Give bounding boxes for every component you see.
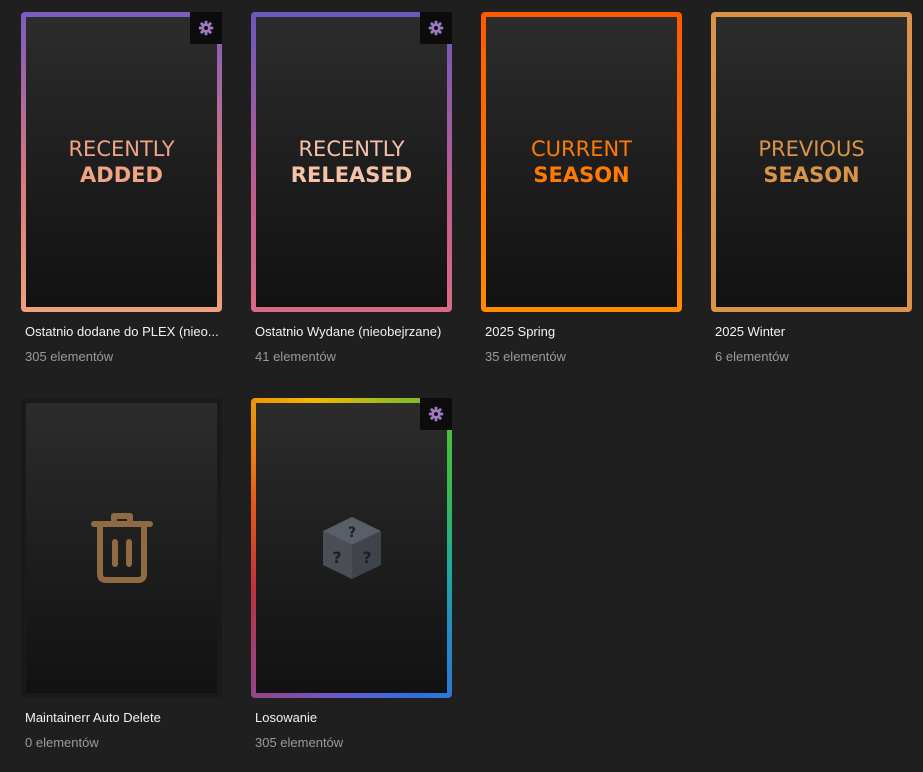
- collection-card-losowanie[interactable]: ? ? ? Losowanie 305 elementów: [251, 398, 452, 750]
- collection-title[interactable]: Ostatnio Wydane (nieobejrzane): [255, 324, 441, 339]
- poster-line2: ADDED: [80, 163, 163, 187]
- collection-poster[interactable]: PREVIOUS SEASON: [711, 12, 912, 312]
- gear-icon: [198, 20, 214, 36]
- collection-poster[interactable]: [21, 398, 222, 698]
- collection-poster[interactable]: RECENTLY ADDED: [21, 12, 222, 312]
- poster-line1: CURRENT: [530, 137, 633, 161]
- collection-title[interactable]: Losowanie: [255, 710, 317, 725]
- collection-poster[interactable]: ? ? ?: [251, 398, 452, 698]
- poster-line2: SEASON: [763, 163, 860, 187]
- poster-artwork: ? ? ?: [256, 403, 447, 693]
- poster-line2: SEASON: [533, 163, 630, 187]
- svg-text:?: ?: [362, 548, 371, 567]
- settings-gear-button[interactable]: [420, 12, 452, 44]
- mystery-dice-icon: ? ? ?: [322, 517, 381, 579]
- settings-gear-button[interactable]: [420, 398, 452, 430]
- collection-count: 305 elementów: [255, 735, 344, 750]
- gear-icon: [428, 406, 444, 422]
- collection-card-current-season[interactable]: CURRENT SEASON 2025 Spring 35 elementów: [481, 12, 682, 364]
- collection-card-previous-season[interactable]: PREVIOUS SEASON 2025 Winter 6 elementów: [711, 12, 912, 364]
- poster-line1: RECENTLY: [68, 137, 175, 161]
- poster-artwork: RECENTLY RELEASED: [256, 17, 447, 307]
- poster-artwork: PREVIOUS SEASON: [716, 17, 907, 307]
- collection-poster[interactable]: RECENTLY RELEASED: [251, 12, 452, 312]
- collection-title[interactable]: Ostatnio dodane do PLEX (nieo...: [25, 324, 219, 339]
- collection-title[interactable]: Maintainerr Auto Delete: [25, 710, 161, 725]
- collection-card-maintainerr[interactable]: Maintainerr Auto Delete 0 elementów: [21, 398, 222, 750]
- poster-line1: RECENTLY: [298, 137, 405, 161]
- collection-title[interactable]: 2025 Spring: [485, 324, 555, 339]
- collection-count: 305 elementów: [25, 349, 114, 364]
- poster-artwork: RECENTLY ADDED: [26, 17, 217, 307]
- trash-icon: [90, 513, 153, 583]
- collection-title[interactable]: 2025 Winter: [715, 324, 785, 339]
- collection-count: 6 elementów: [715, 349, 789, 364]
- collection-card-recently-released[interactable]: RECENTLY RELEASED Ostatnio Wydane (nieob…: [251, 12, 452, 364]
- poster-line2: RELEASED: [290, 163, 413, 187]
- collection-card-recently-added[interactable]: RECENTLY ADDED Ostatnio dodane do PLEX (…: [21, 12, 222, 364]
- settings-gear-button[interactable]: [190, 12, 222, 44]
- collection-count: 0 elementów: [25, 735, 99, 750]
- svg-text:?: ?: [332, 548, 341, 567]
- collection-poster[interactable]: CURRENT SEASON: [481, 12, 682, 312]
- collection-count: 35 elementów: [485, 349, 566, 364]
- collection-count: 41 elementów: [255, 349, 336, 364]
- svg-text:?: ?: [347, 525, 355, 541]
- poster-artwork: [26, 403, 217, 693]
- poster-line1: PREVIOUS: [758, 137, 865, 161]
- gear-icon: [428, 20, 444, 36]
- poster-artwork: CURRENT SEASON: [486, 17, 677, 307]
